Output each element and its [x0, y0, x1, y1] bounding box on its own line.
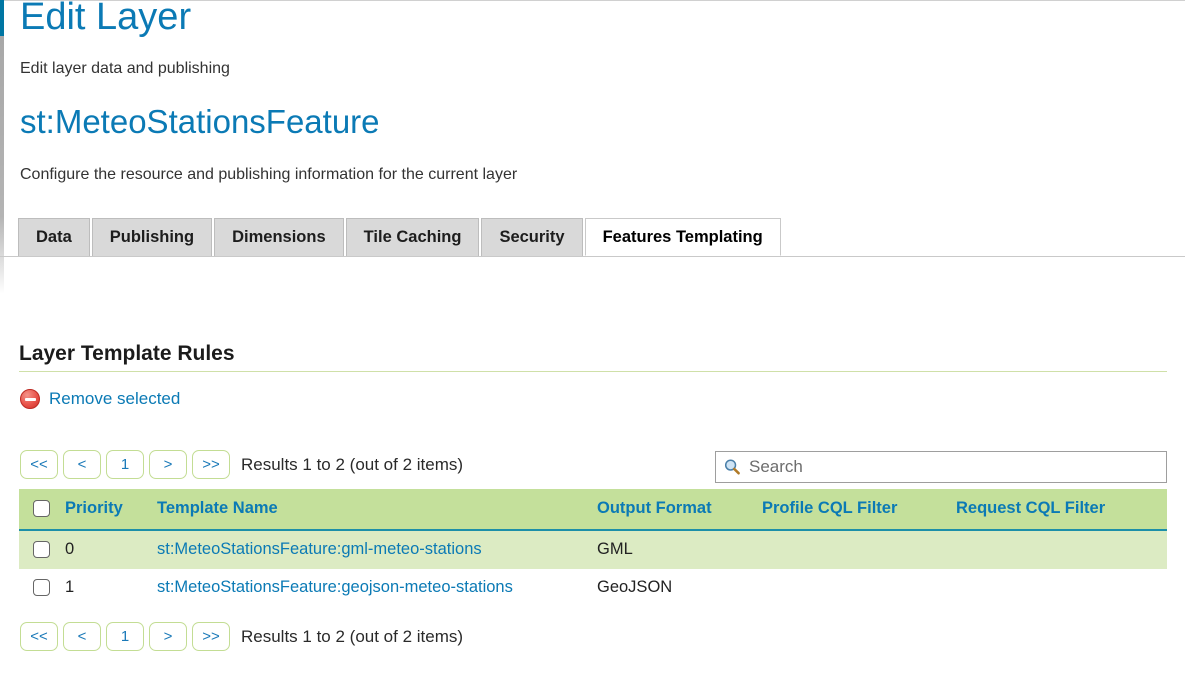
pager-prev-button[interactable]: < [63, 450, 101, 479]
pager-first-button[interactable]: << [20, 450, 58, 479]
tab-bar: Data Publishing Dimensions Tile Caching … [18, 217, 783, 256]
layer-template-rules-table: Priority Template Name Output Format Pro… [19, 489, 1167, 607]
header-request-cql-filter[interactable]: Request CQL Filter [956, 489, 1167, 531]
tab-publishing[interactable]: Publishing [91, 218, 213, 256]
tab-tile-caching[interactable]: Tile Caching [345, 218, 480, 256]
pager-next-button[interactable]: > [149, 622, 187, 651]
tab-security[interactable]: Security [481, 218, 583, 256]
header-output-format[interactable]: Output Format [597, 489, 762, 531]
header-priority[interactable]: Priority [65, 489, 157, 531]
tab-features-templating[interactable]: Features Templating [584, 218, 781, 256]
pager-next-button[interactable]: > [149, 450, 187, 479]
pagination-top: << < 1 > >> Results 1 to 2 (out of 2 ite… [20, 450, 463, 479]
row-profile-cql-filter [762, 530, 956, 569]
row-select-cell[interactable] [19, 530, 65, 569]
pagination-results-text: Results 1 to 2 (out of 2 items) [241, 454, 464, 474]
left-accent-rail [0, 0, 4, 36]
tab-dimensions[interactable]: Dimensions [214, 218, 344, 256]
pager-last-button[interactable]: >> [192, 450, 230, 479]
row-output-format: GeoJSON [597, 578, 673, 596]
pager-page-1-button[interactable]: 1 [106, 622, 144, 651]
section-title: Layer Template Rules [19, 342, 235, 365]
pager-prev-button[interactable]: < [63, 622, 101, 651]
resource-title: st:MeteoStationsFeature [20, 103, 380, 140]
tab-data[interactable]: Data [18, 218, 90, 256]
pager-first-button[interactable]: << [20, 622, 58, 651]
search-input[interactable] [747, 453, 1166, 481]
table-row[interactable]: 1 st:MeteoStationsFeature:geojson-meteo-… [19, 569, 1167, 607]
row-priority: 0 [65, 540, 75, 558]
row-select-cell[interactable] [19, 569, 65, 607]
row-output-format: GML [597, 540, 633, 558]
template-name-link[interactable]: st:MeteoStationsFeature:geojson-meteo-st… [157, 578, 513, 596]
header-profile-cql-filter[interactable]: Profile CQL Filter [762, 489, 956, 531]
header-select-all[interactable] [19, 489, 65, 531]
search-icon [723, 458, 741, 476]
pager-page-1-button[interactable]: 1 [106, 450, 144, 479]
table-body: 0 st:MeteoStationsFeature:gml-meteo-stat… [19, 530, 1167, 607]
remove-selected-button[interactable]: Remove selected [20, 389, 180, 409]
table-header: Priority Template Name Output Format Pro… [19, 489, 1167, 531]
template-name-link[interactable]: st:MeteoStationsFeature:gml-meteo-statio… [157, 540, 482, 558]
row-checkbox[interactable] [33, 541, 50, 559]
pagination-bottom: << < 1 > >> Results 1 to 2 (out of 2 ite… [20, 622, 463, 651]
row-profile-cql-filter [762, 569, 956, 607]
row-request-cql-filter [956, 569, 1167, 607]
select-all-checkbox[interactable] [33, 500, 50, 518]
row-checkbox[interactable] [33, 579, 50, 597]
tabbar-underline [0, 256, 1185, 257]
edit-layer-page: Edit Layer Edit layer data and publishin… [0, 0, 1185, 696]
table-header-row: Priority Template Name Output Format Pro… [19, 489, 1167, 531]
page-title: Edit Layer [20, 0, 192, 38]
row-request-cql-filter [956, 530, 1167, 569]
pager-last-button[interactable]: >> [192, 622, 230, 651]
row-priority: 1 [65, 578, 75, 596]
remove-circle-icon [20, 389, 40, 409]
row-template-name: st:MeteoStationsFeature:gml-meteo-statio… [157, 530, 597, 569]
resource-subtitle: Configure the resource and publishing in… [20, 166, 518, 183]
header-template-name[interactable]: Template Name [157, 489, 597, 531]
table-row[interactable]: 0 st:MeteoStationsFeature:gml-meteo-stat… [19, 530, 1167, 569]
remove-selected-label: Remove selected [49, 389, 181, 408]
search-box[interactable] [715, 451, 1167, 483]
page-subtitle: Edit layer data and publishing [20, 60, 230, 77]
row-template-name: st:MeteoStationsFeature:geojson-meteo-st… [157, 569, 597, 607]
pagination-results-text: Results 1 to 2 (out of 2 items) [241, 626, 464, 646]
section-divider [19, 371, 1167, 372]
